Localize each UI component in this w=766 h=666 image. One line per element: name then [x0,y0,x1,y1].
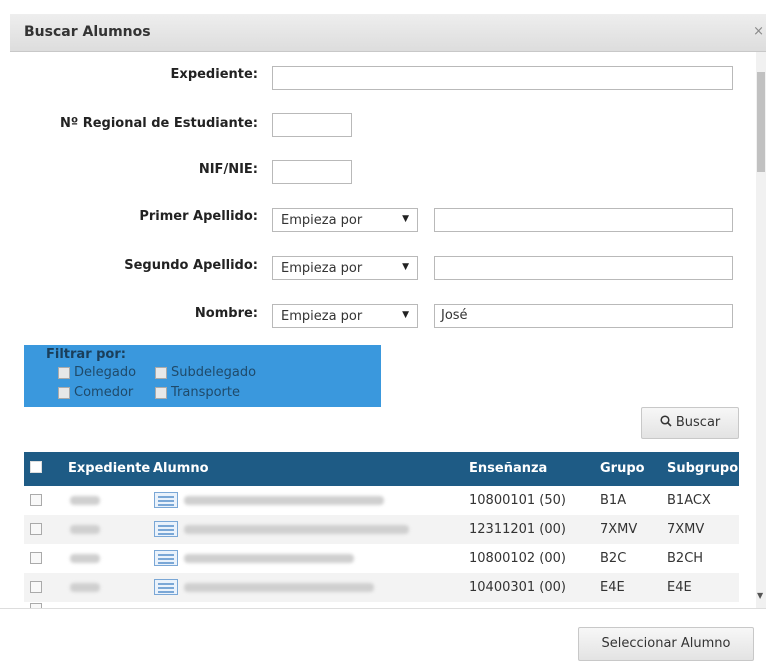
search-students-dialog: Buscar Alumnos × ▼ Expediente: Nº Region… [0,0,766,666]
student-card-icon[interactable] [154,492,178,508]
nif-label: NIF/NIE: [198,162,258,177]
filter-option-delegado[interactable]: Delegado [58,365,136,380]
scroll-down-arrow-icon[interactable]: ▼ [757,591,763,600]
cell-subgrupo: B2CH [667,551,704,566]
table-row[interactable]: 10800101 (50) B1A B1ACX [24,486,739,515]
table-header: Expediente Alumno Enseñanza Grupo Subgru… [24,452,739,486]
primer-apellido-mode-select[interactable]: Empieza por ▼ [272,208,418,232]
row-checkbox[interactable] [30,523,42,535]
chevron-down-icon: ▼ [402,214,409,224]
segundo-apellido-label: Segundo Apellido: [124,258,258,273]
blurred-student-name [184,525,409,534]
nombre-label: Nombre: [194,306,258,321]
select-student-button[interactable]: Seleccionar Alumno [578,627,754,661]
cell-ensenanza: 10400301 (00) [469,580,566,595]
primer-apellido-label: Primer Apellido: [139,209,258,224]
student-card-icon[interactable] [154,550,178,566]
table-row[interactable]: 12311201 (00) 7XMV 7XMV [24,515,739,544]
segundo-apellido-mode-value: Empieza por [281,261,363,276]
cell-subgrupo: E4E [667,580,692,595]
chevron-down-icon: ▼ [402,310,409,320]
nombre-mode-select[interactable]: Empieza por ▼ [272,304,418,328]
cell-subgrupo: 7XMV [667,522,705,537]
dialog-body: Expediente: Nº Regional de Estudiante: N… [10,52,755,608]
search-icon [660,415,676,430]
column-ensenanza[interactable]: Enseñanza [469,461,547,476]
column-subgrupo[interactable]: Subgrupo [667,461,738,476]
cell-ensenanza: 10800102 (00) [469,551,566,566]
segundo-apellido-mode-select[interactable]: Empieza por ▼ [272,256,418,280]
scrollbar[interactable]: ▼ [756,52,766,608]
nombre-mode-value: Empieza por [281,309,363,324]
blurred-expediente [70,554,100,563]
cell-subgrupo: B1ACX [667,493,711,508]
row-checkbox[interactable] [30,581,42,593]
blurred-expediente [70,583,100,592]
student-card-icon[interactable] [154,521,178,537]
filter-option-transporte[interactable]: Transporte [155,385,240,400]
checkbox[interactable] [58,386,70,399]
filter-option-label: Subdelegado [171,365,257,380]
dialog-title: Buscar Alumnos [24,24,151,40]
filter-option-subdelegado[interactable]: Subdelegado [155,365,256,380]
nombre-field[interactable]: José [434,304,733,328]
filter-option-label: Delegado [74,365,137,380]
footer-divider [0,608,766,609]
search-button-label: Buscar [675,415,721,430]
dialog-titlebar: Buscar Alumnos × [10,14,766,52]
checkbox[interactable] [155,366,167,379]
cell-grupo: E4E [600,580,625,595]
expediente-field[interactable] [272,66,733,90]
regional-number-field[interactable] [272,113,352,137]
blurred-student-name [184,496,384,505]
nif-field[interactable] [272,160,352,184]
row-checkbox[interactable] [30,494,42,506]
student-card-icon[interactable] [154,579,178,595]
primer-apellido-mode-value: Empieza por [281,213,363,228]
column-grupo[interactable]: Grupo [600,461,645,476]
blurred-student-name [184,583,374,592]
checkbox[interactable] [155,386,167,399]
cell-ensenanza: 10800101 (50) [469,493,566,508]
filter-option-label: Transporte [171,385,240,400]
blurred-expediente [70,525,100,534]
select-all-checkbox[interactable] [30,461,42,473]
chevron-down-icon: ▼ [402,262,409,272]
checkbox[interactable] [58,366,70,379]
row-checkbox[interactable] [30,552,42,564]
column-alumno[interactable]: Alumno [153,461,209,476]
column-expediente[interactable]: Expediente [68,461,150,476]
cell-grupo: B1A [600,493,627,508]
filter-title: Filtrar por: [46,347,126,362]
filter-panel: Filtrar por: Delegado Subdelegado Comedo… [24,345,381,407]
table-row[interactable]: 10400301 (00) E4E E4E [24,573,739,602]
cell-grupo: B2C [600,551,627,566]
expediente-label: Expediente: [170,67,258,82]
scrollbar-thumb[interactable] [757,72,765,172]
segundo-apellido-field[interactable] [434,256,733,280]
blurred-student-name [184,554,354,563]
primer-apellido-field[interactable] [434,208,733,232]
close-icon[interactable]: × [753,24,764,39]
cell-ensenanza: 12311201 (00) [469,522,566,537]
cell-grupo: 7XMV [600,522,638,537]
search-button[interactable]: Buscar [641,407,739,439]
blurred-expediente [70,496,100,505]
table-row[interactable]: 10800102 (00) B2C B2CH [24,544,739,573]
filter-option-label: Comedor [74,385,134,400]
filter-option-comedor[interactable]: Comedor [58,385,133,400]
regional-number-label: Nº Regional de Estudiante: [59,116,258,131]
